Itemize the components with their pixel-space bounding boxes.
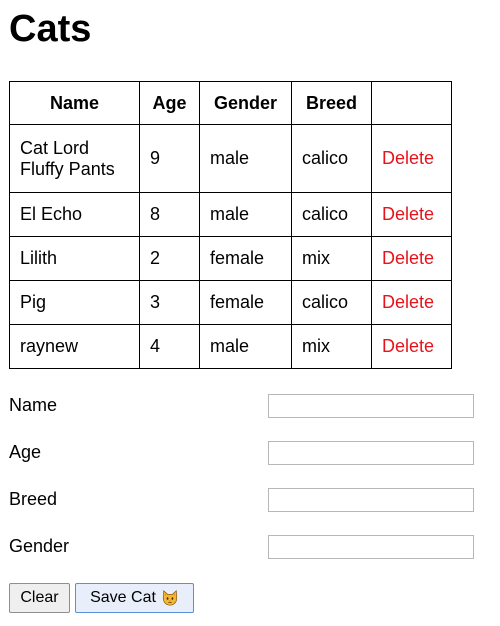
cell-breed: calico [291, 124, 372, 193]
cell-actions: Delete [371, 280, 452, 325]
cell-age: 8 [139, 192, 200, 237]
cell-gender: male [199, 324, 292, 369]
cell-name: Pig [9, 280, 140, 325]
cell-gender: male [199, 192, 292, 237]
page-title: Cats [9, 8, 92, 50]
delete-link[interactable]: Delete [382, 248, 434, 268]
cell-name: raynew [9, 324, 140, 369]
cell-breed: calico [291, 280, 372, 325]
cell-age: 4 [139, 324, 200, 369]
cell-breed: mix [291, 324, 372, 369]
column-header-gender: Gender [199, 81, 292, 125]
table-row: El Echo 8 male calico Delete [9, 192, 452, 237]
cell-age: 9 [139, 124, 200, 193]
gender-label: Gender [9, 536, 70, 556]
age-input[interactable] [268, 441, 474, 465]
cats-table: Name Age Gender Breed Cat Lord Fluffy Pa… [9, 81, 452, 369]
cell-breed: calico [291, 192, 372, 237]
table-row: Cat Lord Fluffy Pants 9 male calico Dele… [9, 124, 452, 193]
table-row: raynew 4 male mix Delete [9, 324, 452, 369]
cell-age: 3 [139, 280, 200, 325]
cell-actions: Delete [371, 124, 452, 193]
cell-name: Cat Lord Fluffy Pants [9, 124, 140, 193]
table-row: Pig 3 female calico Delete [9, 280, 452, 325]
cell-actions: Delete [371, 324, 452, 369]
cell-gender: female [199, 280, 292, 325]
cell-age: 2 [139, 236, 200, 281]
table-header-row: Name Age Gender Breed [9, 81, 452, 125]
cat-face-icon [162, 590, 178, 606]
breed-label: Breed [9, 489, 58, 509]
column-header-breed: Breed [291, 81, 372, 125]
delete-link[interactable]: Delete [382, 292, 434, 312]
breed-input[interactable] [268, 488, 474, 512]
delete-link[interactable]: Delete [382, 148, 434, 168]
name-input[interactable] [268, 394, 474, 418]
column-header-actions [371, 81, 452, 125]
clear-button-label: Clear [20, 589, 59, 606]
cell-breed: mix [291, 236, 372, 281]
column-header-name: Name [9, 81, 140, 125]
cell-actions: Delete [371, 236, 452, 281]
delete-link[interactable]: Delete [382, 336, 434, 356]
gender-input[interactable] [268, 535, 474, 559]
name-label: Name [9, 395, 58, 415]
cell-gender: male [199, 124, 292, 193]
delete-link[interactable]: Delete [382, 204, 434, 224]
column-header-age: Age [139, 81, 200, 125]
table-row: Lilith 2 female mix Delete [9, 236, 452, 281]
cell-gender: female [199, 236, 292, 281]
clear-button[interactable]: Clear [9, 583, 70, 613]
cell-name: Lilith [9, 236, 140, 281]
age-label: Age [9, 442, 42, 462]
save-cat-button[interactable]: Save Cat [75, 583, 194, 613]
cell-actions: Delete [371, 192, 452, 237]
cell-name: El Echo [9, 192, 140, 237]
save-cat-button-label: Save Cat [90, 589, 156, 606]
